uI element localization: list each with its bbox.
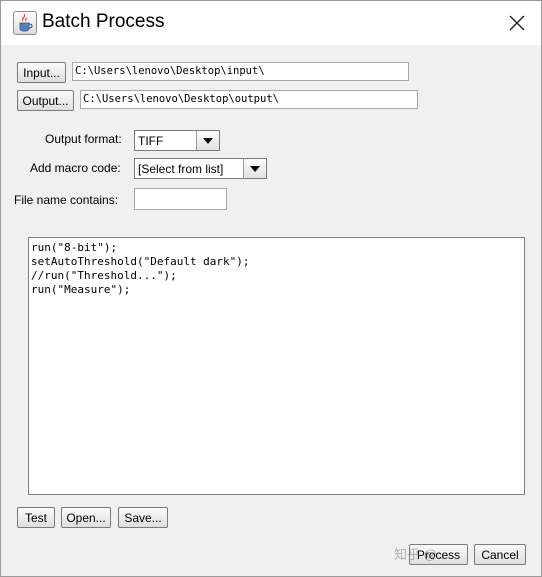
open-button[interactable]: Open... (61, 507, 111, 528)
macro-code-value: [Select from list] (138, 161, 224, 176)
input-path-field[interactable]: C:\Users\lenovo\Desktop\input\ (72, 62, 409, 81)
batch-process-dialog: Batch Process Input... C:\Users\lenovo\D… (0, 0, 542, 577)
save-button[interactable]: Save... (118, 507, 168, 528)
cancel-button[interactable]: Cancel (474, 544, 526, 565)
close-button[interactable] (501, 7, 533, 39)
input-button[interactable]: Input... (17, 62, 66, 83)
macro-editor[interactable]: run("8-bit"); setAutoThreshold("Default d… (28, 237, 525, 495)
title-bar: Batch Process (1, 1, 541, 45)
chevron-down-icon (243, 159, 266, 178)
output-format-value: TIFF (138, 133, 164, 148)
output-format-label: Output format: (45, 132, 122, 146)
chevron-down-icon (196, 131, 219, 150)
macro-line: //run("Threshold..."); (31, 269, 177, 282)
macro-line: run("8-bit"); (31, 241, 118, 254)
close-icon (509, 15, 525, 31)
macro-line: setAutoThreshold("Default dark"); (31, 255, 250, 268)
file-name-contains-label: File name contains: (14, 193, 119, 207)
macro-code-label: Add macro code: (30, 161, 121, 175)
file-name-contains-field[interactable] (134, 188, 227, 210)
java-cup-icon (13, 11, 37, 35)
macro-code-select[interactable]: [Select from list] (134, 158, 267, 179)
output-format-select[interactable]: TIFF (134, 130, 220, 151)
process-button[interactable]: Process (409, 544, 468, 565)
output-button[interactable]: Output... (17, 90, 74, 111)
test-button[interactable]: Test (17, 507, 55, 528)
window-title: Batch Process (42, 11, 165, 32)
macro-line: run("Measure"); (31, 283, 131, 296)
output-path-field[interactable]: C:\Users\lenovo\Desktop\output\ (80, 90, 418, 109)
